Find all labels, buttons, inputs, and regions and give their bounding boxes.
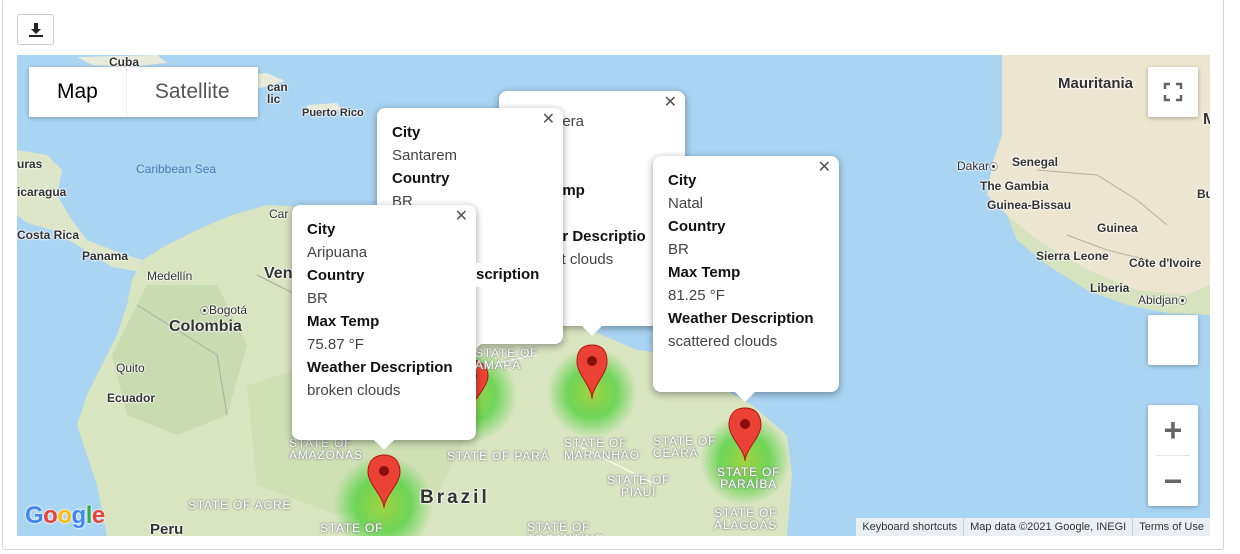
label-state-paraiba: STATE OF PARAÍBA xyxy=(717,465,781,491)
zoom-in-button[interactable]: + xyxy=(1148,405,1198,455)
label-caribbean-sea: Caribbean Sea xyxy=(136,162,217,176)
popup-country-value: BR xyxy=(307,290,328,307)
zoom-control: + − xyxy=(1148,405,1198,506)
close-icon[interactable]: ✕ xyxy=(664,94,677,112)
map-type-map-button[interactable]: Map xyxy=(29,67,126,117)
label-caracas: Car xyxy=(269,207,289,221)
popup-weather-value: scattered clouds xyxy=(668,333,778,350)
download-icon xyxy=(28,22,43,37)
popup-city-value: Aripuana xyxy=(307,244,368,261)
label-quito: Quito xyxy=(116,361,145,375)
map-data-text: Map data ©2021 Google, INEGI xyxy=(963,518,1132,536)
popup-tail xyxy=(582,326,602,336)
label-guinea-bissau: Guinea-Bissau xyxy=(987,198,1072,212)
popup-tail xyxy=(374,440,394,450)
label-puerto-rico: Puerto Rico xyxy=(302,107,364,119)
map-type-control: Map Satellite xyxy=(29,67,258,117)
label-cote-divoire: Côte d'Ivoire xyxy=(1129,256,1202,270)
label-peru: Peru xyxy=(150,521,184,536)
label-state-amazonas: STATE OF AMAZONAS xyxy=(289,436,363,462)
label-nicaragua: icaragua xyxy=(17,185,67,199)
info-window-natal: ✕ City Natal Country BR Max Temp 81.25 °… xyxy=(653,156,839,402)
close-icon[interactable]: ✕ xyxy=(455,208,468,226)
popup-country-value: BR xyxy=(668,241,689,258)
popup-city-label: City xyxy=(307,221,336,238)
label-state-para: STATE OF PARÁ xyxy=(447,449,550,463)
map-canvas[interactable]: Cuba can lic Puerto Rico Caribbean Sea u… xyxy=(17,55,1210,536)
label-abidjan: Abidjan⦿ xyxy=(1138,293,1188,307)
popup-country-label: Country xyxy=(392,170,450,187)
popup-country-label: Country xyxy=(307,267,365,284)
terms-link[interactable]: Terms of Use xyxy=(1132,518,1210,536)
popup-country-label: Country xyxy=(668,218,726,235)
label-mali-partial: M xyxy=(1203,111,1210,128)
close-icon[interactable]: ✕ xyxy=(818,159,831,177)
popup-tail xyxy=(735,392,755,402)
label-state-amapa: STATE OF AMAPÁ xyxy=(475,346,539,372)
fullscreen-button[interactable] xyxy=(1148,67,1198,117)
label-burkina-partial: Bu xyxy=(1197,187,1210,201)
close-icon[interactable]: ✕ xyxy=(542,111,555,129)
popup-weather-label-partial: scription xyxy=(476,263,561,287)
google-logo[interactable]: Google xyxy=(25,502,105,530)
label-colombia: Colombia xyxy=(169,318,242,335)
map-type-satellite-button[interactable]: Satellite xyxy=(125,67,258,117)
label-guinea: Guinea xyxy=(1097,221,1138,235)
street-view-button[interactable] xyxy=(1148,315,1198,365)
label-panama: Panama xyxy=(82,249,129,263)
popup-city-value: Santarem xyxy=(392,147,458,164)
popup-city-value: Natal xyxy=(668,195,704,212)
label-sierra-leone: Sierra Leone xyxy=(1036,249,1109,263)
popup-maxtemp-value: 81.25 °F xyxy=(668,287,725,304)
label-mauritania: Mauritania xyxy=(1058,75,1134,92)
popup-city-label: City xyxy=(392,124,421,141)
popup-weather-value: broken clouds xyxy=(307,382,401,399)
label-state-acre: STATE OF ACRE xyxy=(188,498,292,512)
label-liberia: Liberia xyxy=(1090,281,1130,295)
label-venezuela: Ven xyxy=(264,265,293,282)
label-state-tocantins: STATE OF TOCANTINS xyxy=(527,520,603,536)
popup-city-value: pera xyxy=(554,113,585,130)
label-gambia: The Gambia xyxy=(980,179,1049,193)
label-honduras: uras xyxy=(17,157,43,171)
label-senegal: Senegal xyxy=(1012,155,1059,169)
label-bogota: ⦿Bogotá xyxy=(200,303,248,317)
popup-city-label: City xyxy=(668,172,697,189)
label-state-ceara: STATE OF CEARÁ xyxy=(653,434,717,460)
label-state-piaui: STATE OF PIAUÍ xyxy=(607,473,671,499)
label-state-maranhao: STATE OF MARANHÃO xyxy=(564,436,640,462)
info-window-aripuana: ✕ City Aripuana Country BR Max Temp 75.8… xyxy=(292,205,476,450)
label-state-rondonia: STATE OF xyxy=(320,521,384,535)
popup-weather-label: Weather Description xyxy=(668,310,814,327)
zoom-out-button[interactable]: − xyxy=(1148,456,1198,506)
map-attribution: Keyboard shortcuts Map data ©2021 Google… xyxy=(856,518,1210,536)
label-dakar: Dakar⦿ xyxy=(957,159,999,173)
label-ecuador: Ecuador xyxy=(107,391,156,405)
popup-country-label: y xyxy=(554,133,670,156)
label-haiti: can lic xyxy=(267,80,288,106)
label-medellin: Medellín xyxy=(147,269,193,283)
download-button[interactable] xyxy=(17,14,54,45)
label-costa-rica: Costa Rica xyxy=(17,228,80,242)
fullscreen-icon xyxy=(1163,82,1183,102)
label-state-alagoas: STATE OF ALAGOAS xyxy=(714,506,778,532)
popup-maxtemp-value: 75.87 °F xyxy=(307,336,364,353)
popup-maxtemp-label: Max Temp xyxy=(307,313,380,330)
label-brazil: Brazil xyxy=(420,487,490,508)
popup-maxtemp-label: Max Temp xyxy=(668,264,741,281)
popup-weather-label: Weather Description xyxy=(307,359,453,376)
keyboard-shortcuts-link[interactable]: Keyboard shortcuts xyxy=(856,518,963,536)
